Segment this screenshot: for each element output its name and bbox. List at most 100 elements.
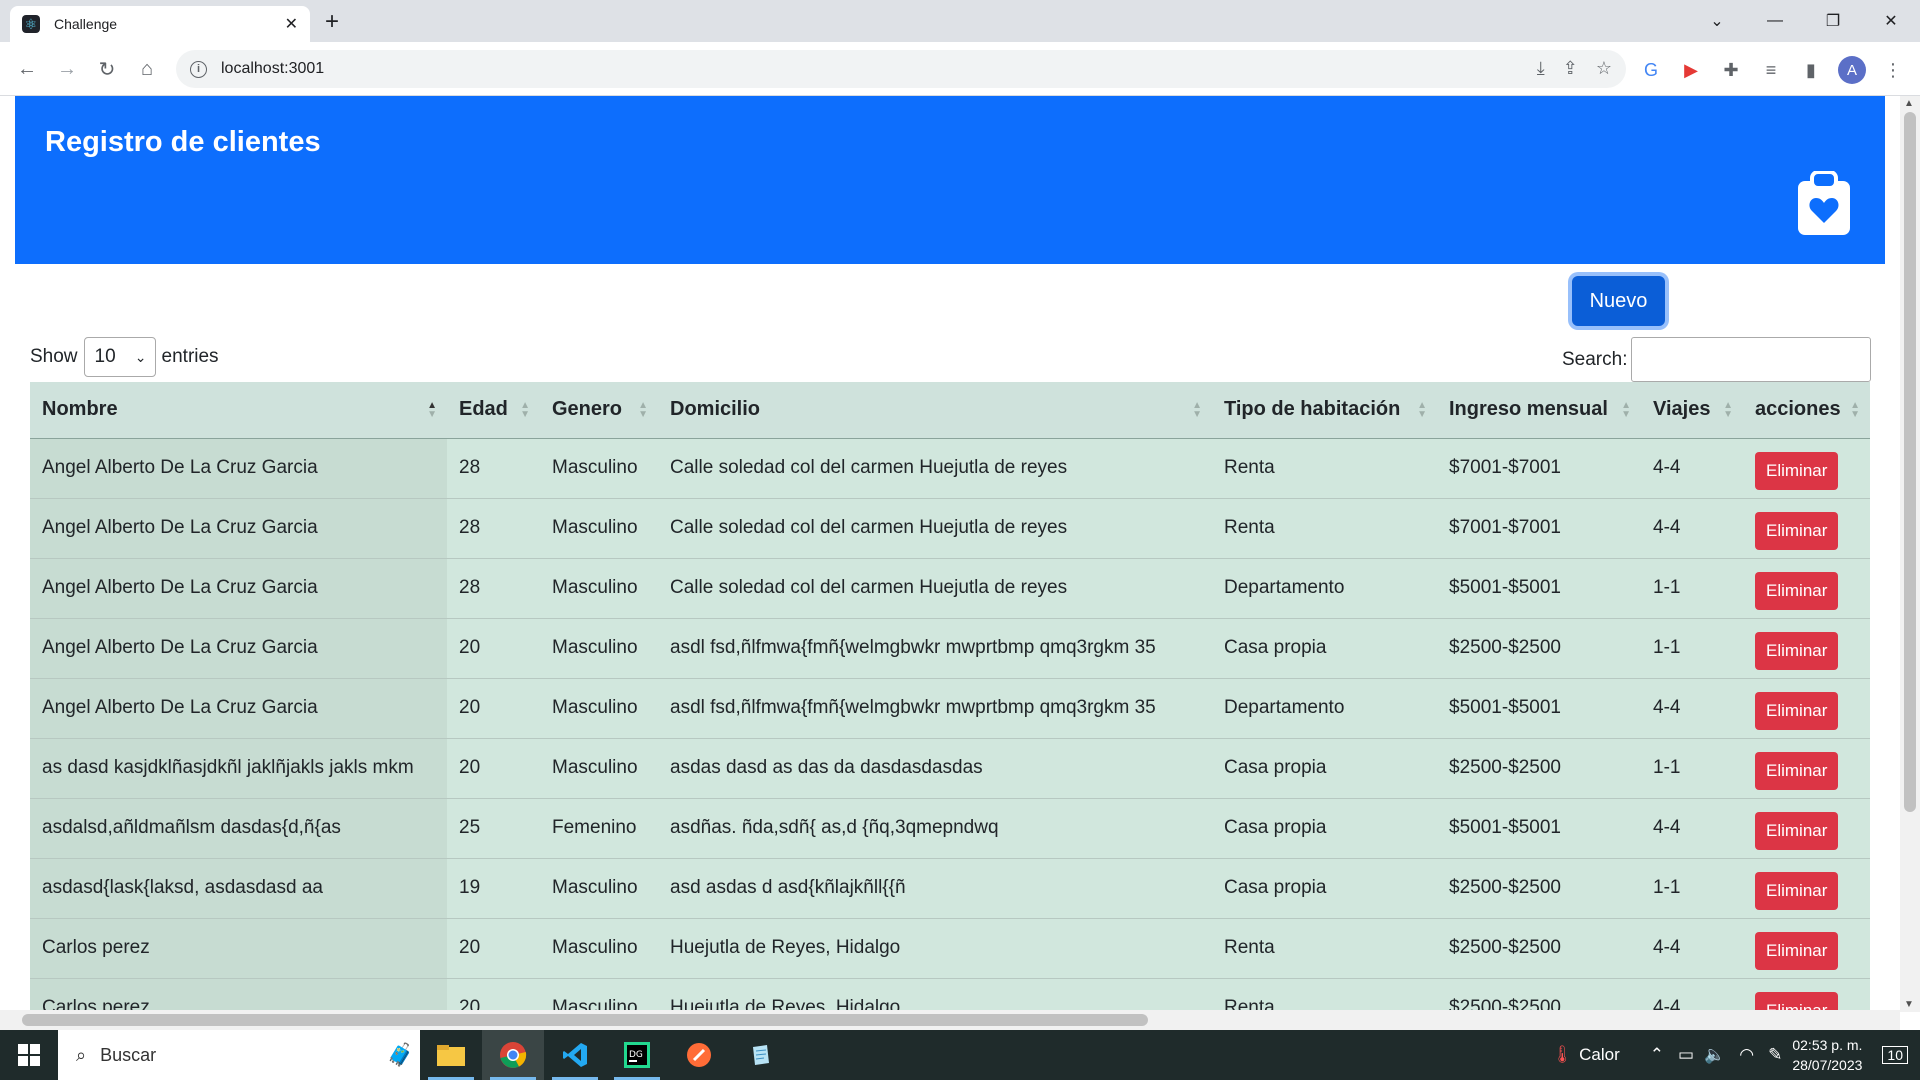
close-tab-icon[interactable]: ✕	[285, 14, 298, 34]
entries-select[interactable]: 10 ⌄	[83, 337, 156, 377]
table-cell: Casa propia	[1212, 798, 1437, 859]
table-cell: Masculino	[540, 918, 658, 979]
column-header[interactable]: acciones ▲ ▼	[1743, 382, 1870, 439]
column-header[interactable]: Edad ▲ ▼	[447, 382, 540, 439]
table-row: Carlos perez 20 Masculino Huejutla de Reyes…	[30, 978, 1870, 1012]
delete-button[interactable]: Eliminar	[1755, 992, 1839, 1012]
clipboard-heart-icon	[1798, 171, 1850, 235]
horizontal-scroll-thumb[interactable]	[22, 1014, 1148, 1026]
sort-arrows-icon: ▲ ▼	[1621, 399, 1631, 420]
delete-button[interactable]: Eliminar	[1755, 632, 1839, 670]
reading-list-icon[interactable]: ≡	[1758, 57, 1784, 83]
notepad-icon[interactable]	[730, 1030, 792, 1080]
table-cell: 20	[447, 918, 540, 979]
column-header[interactable]: Nombre ▲ ▼	[30, 382, 447, 439]
vscode-icon[interactable]	[544, 1030, 606, 1080]
browser-tab[interactable]: ⚛ Challenge ✕	[10, 6, 310, 42]
table-cell: 1-1	[1641, 558, 1743, 619]
search-label: Search:	[1562, 348, 1628, 370]
table-row: Angel Alberto De La Cruz Garcia 20 Masculi…	[30, 618, 1870, 679]
table-cell: Eliminar	[1743, 798, 1870, 859]
tab-search-icon[interactable]: ⌄	[1688, 0, 1746, 42]
table-cell: $5001-$5001	[1437, 558, 1641, 619]
column-header[interactable]: Ingreso mensual ▲ ▼	[1437, 382, 1641, 439]
column-header[interactable]: Genero ▲ ▼	[540, 382, 658, 439]
page-header: Registro de clientes	[15, 96, 1885, 264]
table-cell: Departamento	[1212, 678, 1437, 739]
delete-button[interactable]: Eliminar	[1755, 692, 1839, 730]
delete-button[interactable]: Eliminar	[1755, 932, 1839, 970]
address-bar[interactable]: i localhost:3001 ⤓ ⇪ ☆	[176, 50, 1626, 88]
minimize-button[interactable]: —	[1746, 0, 1804, 42]
table-cell: Departamento	[1212, 558, 1437, 619]
column-header[interactable]: Domicilio ▲ ▼	[658, 382, 1212, 439]
table-cell: Renta	[1212, 438, 1437, 499]
bookmark-star-icon[interactable]: ☆	[1596, 58, 1612, 79]
table-cell: $2500-$2500	[1437, 858, 1641, 919]
side-panel-icon[interactable]: ▮	[1798, 57, 1824, 83]
datagrip-icon[interactable]: DG	[606, 1030, 668, 1080]
delete-button[interactable]: Eliminar	[1755, 752, 1839, 790]
column-header[interactable]: Tipo de habitación ▲ ▼	[1212, 382, 1437, 439]
profile-avatar[interactable]: A	[1838, 56, 1866, 84]
volume-icon[interactable]: 🔈	[1704, 1045, 1725, 1065]
notifications-icon[interactable]: 10	[1882, 1046, 1908, 1064]
weather-label[interactable]: Calor	[1579, 1045, 1620, 1065]
table-cell: Casa propia	[1212, 738, 1437, 799]
table-cell: Eliminar	[1743, 618, 1870, 679]
back-icon[interactable]: ←	[14, 56, 40, 82]
table-cell: Calle soledad col del carmen Huejutla de…	[658, 558, 1212, 619]
home-icon[interactable]: ⌂	[134, 56, 160, 82]
postman-icon[interactable]	[668, 1030, 730, 1080]
column-header-label: Viajes	[1653, 398, 1711, 421]
vertical-scrollbar[interactable]: ▲ ▼	[1900, 96, 1920, 1012]
delete-button[interactable]: Eliminar	[1755, 512, 1839, 550]
url-text: localhost:3001	[221, 60, 325, 77]
system-clock[interactable]: 02:53 p. m. 28/07/2023	[1792, 1035, 1862, 1075]
search-input[interactable]	[1631, 337, 1872, 382]
taskbar-search[interactable]: ⌕ Buscar 🧳	[58, 1030, 420, 1080]
delete-button[interactable]: Eliminar	[1755, 872, 1839, 910]
new-tab-button[interactable]: +	[325, 8, 339, 36]
clock-date: 28/07/2023	[1792, 1057, 1863, 1073]
extensions-puzzle-icon[interactable]: ✚	[1718, 57, 1744, 83]
table-cell: $5001-$5001	[1437, 678, 1641, 739]
install-app-icon[interactable]: ⤓	[1537, 58, 1545, 79]
table-cell: Angel Alberto De La Cruz Garcia	[30, 618, 447, 679]
table-cell: Huejutla de Reyes, Hidalgo	[658, 978, 1212, 1012]
table-cell: Carlos perez	[30, 978, 447, 1012]
chrome-icon[interactable]	[482, 1030, 544, 1080]
forward-icon[interactable]: →	[54, 56, 80, 82]
column-header-label: Domicilio	[670, 398, 761, 421]
table-cell: Masculino	[540, 618, 658, 679]
delete-button[interactable]: Eliminar	[1755, 812, 1839, 850]
wifi-icon[interactable]: ◠	[1739, 1045, 1754, 1065]
table-cell: Renta	[1212, 498, 1437, 559]
table-cell: Masculino	[540, 678, 658, 739]
reload-icon[interactable]: ↻	[94, 56, 120, 82]
scroll-down-arrow-icon[interactable]: ▼	[1904, 999, 1914, 1010]
vertical-scroll-thumb[interactable]	[1904, 112, 1916, 812]
translate-extension-icon[interactable]: G	[1638, 57, 1664, 83]
delete-button[interactable]: Eliminar	[1755, 452, 1839, 490]
table-header-row: Nombre ▲ ▼ Edad ▲ ▼ Genero ▲ ▼ Domicilio ▲ ▼ Tipo de…	[30, 382, 1870, 439]
column-header[interactable]: Viajes ▲ ▼	[1641, 382, 1743, 439]
file-explorer-icon[interactable]	[420, 1030, 482, 1080]
close-window-button[interactable]: ✕	[1862, 0, 1920, 42]
delete-button[interactable]: Eliminar	[1755, 572, 1839, 610]
menu-dots-icon[interactable]: ⋮	[1880, 57, 1906, 83]
scroll-up-arrow-icon[interactable]: ▲	[1904, 98, 1914, 109]
windows-start-icon[interactable]	[0, 1030, 58, 1080]
site-info-icon[interactable]: i	[190, 60, 207, 78]
table-cell: as dasd kasjdklñasjdkñl jaklñjakls jakls…	[30, 738, 447, 799]
horizontal-scrollbar[interactable]	[0, 1010, 1900, 1030]
share-icon[interactable]: ⇪	[1563, 58, 1578, 79]
table-search: Search:	[1562, 337, 1872, 382]
pen-icon[interactable]: ✎	[1768, 1045, 1782, 1065]
new-client-button[interactable]: Nuevo	[1572, 276, 1665, 326]
chevron-up-icon[interactable]: ⌃	[1650, 1045, 1664, 1065]
table-row: asdasd{lask{laksd, asdasdasd aa 19 Masculi…	[30, 858, 1870, 919]
play-extension-icon[interactable]: ▶	[1678, 57, 1704, 83]
restore-button[interactable]: ❐	[1804, 0, 1862, 42]
battery-icon[interactable]: ▭	[1678, 1045, 1694, 1065]
